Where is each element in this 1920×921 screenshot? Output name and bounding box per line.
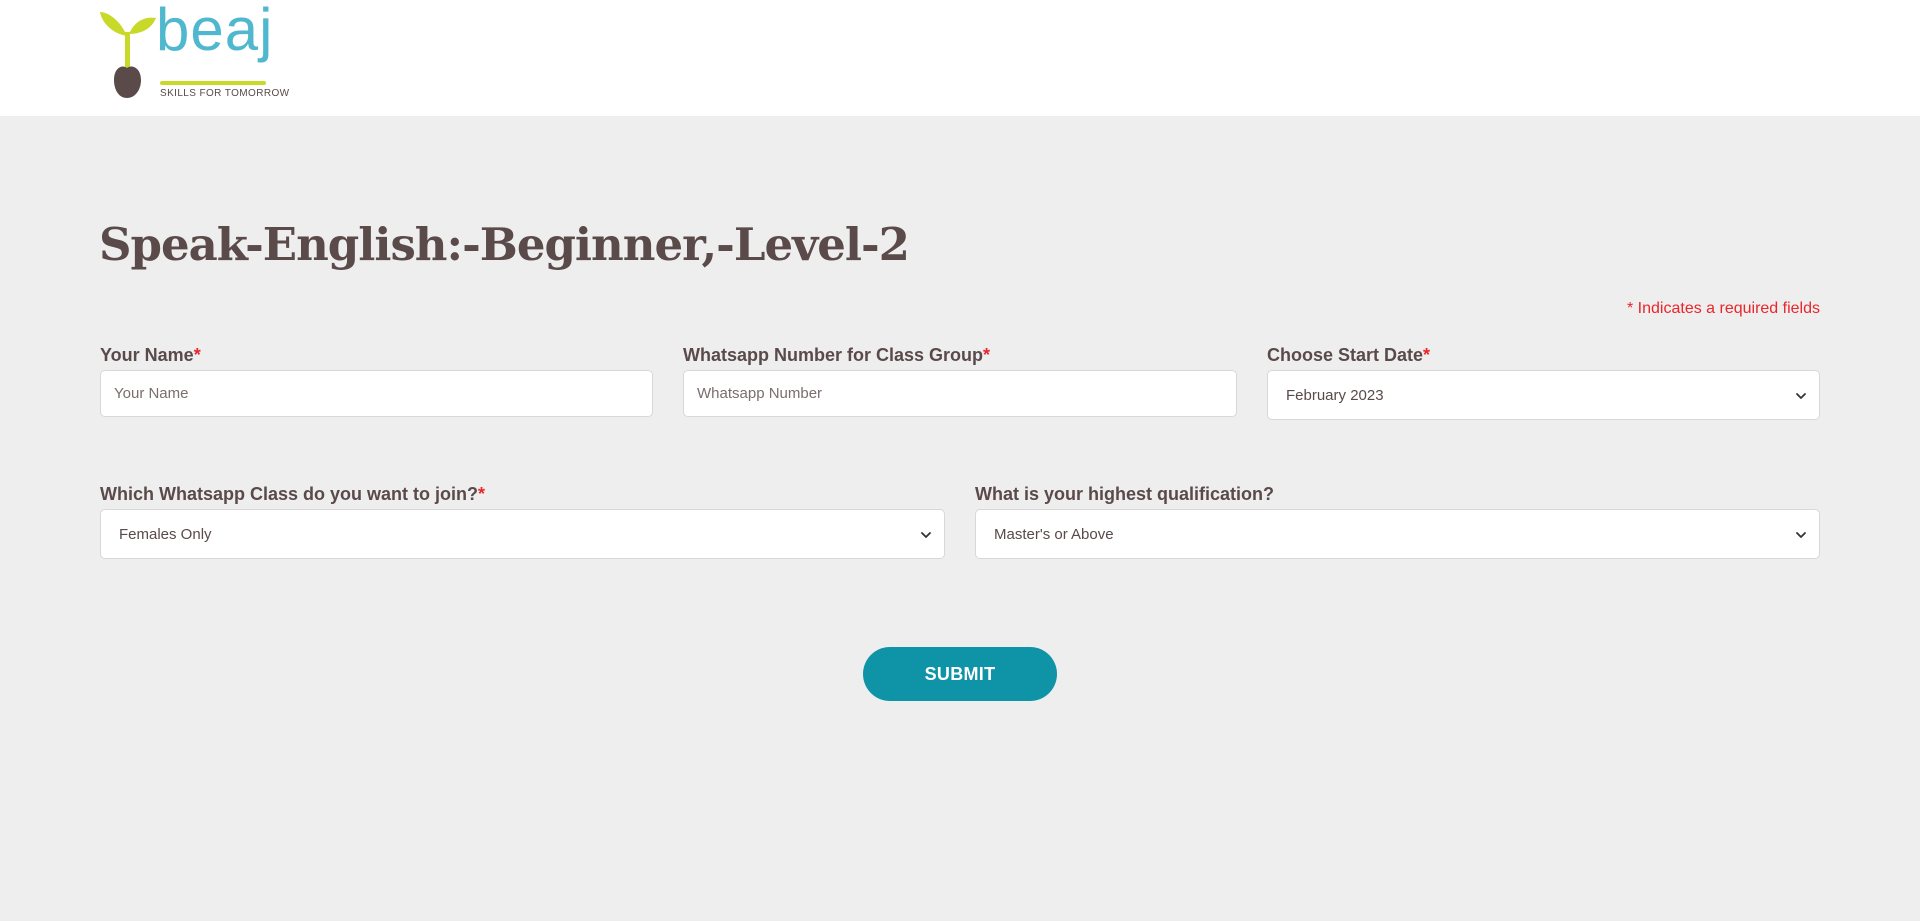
required-asterisk: *	[983, 345, 991, 365]
name-label: Your Name*	[100, 345, 201, 365]
chevron-down-icon	[1796, 393, 1806, 399]
chevron-down-icon	[1796, 532, 1806, 538]
start-date-select[interactable]: February 2023	[1267, 370, 1820, 420]
start-date-field-group: Choose Start Date* February 2023	[1267, 344, 1820, 420]
qualification-select[interactable]: Master's or Above	[975, 509, 1820, 559]
sprout-icon	[100, 12, 156, 98]
start-date-label: Choose Start Date*	[1267, 345, 1431, 365]
class-type-selected-value: Females Only	[119, 526, 212, 543]
name-input[interactable]	[100, 370, 653, 417]
submit-button[interactable]: SUBMIT	[863, 647, 1057, 701]
whatsapp-label: Whatsapp Number for Class Group*	[683, 345, 991, 365]
whatsapp-field-group: Whatsapp Number for Class Group*	[683, 344, 1237, 417]
required-asterisk: *	[193, 345, 201, 365]
qualification-label: What is your highest qualification?	[975, 484, 1275, 504]
whatsapp-number-input[interactable]	[683, 370, 1237, 417]
logo-wordmark: beaj	[156, 0, 274, 63]
logo-underline	[160, 81, 266, 85]
chevron-down-icon	[921, 532, 931, 538]
qualification-field-group: What is your highest qualification? Mast…	[975, 483, 1820, 559]
beaj-logo[interactable]: beaj SKILLS FOR TOMORROW	[98, 0, 290, 102]
start-date-selected-value: February 2023	[1286, 387, 1384, 404]
site-header: beaj SKILLS FOR TOMORROW	[0, 0, 1920, 116]
required-asterisk: *	[1423, 345, 1431, 365]
logo-tagline: SKILLS FOR TOMORROW	[160, 88, 290, 99]
class-type-select[interactable]: Females Only	[100, 509, 945, 559]
name-field-group: Your Name*	[100, 344, 653, 417]
required-fields-note: * Indicates a required fields	[1627, 300, 1820, 317]
page-title: Speak-English:-Beginner,-Level-2	[99, 218, 910, 271]
class-type-label: Which Whatsapp Class do you want to join…	[100, 484, 486, 504]
qualification-selected-value: Master's or Above	[994, 526, 1114, 543]
required-asterisk: *	[478, 484, 486, 504]
class-type-field-group: Which Whatsapp Class do you want to join…	[100, 483, 945, 559]
